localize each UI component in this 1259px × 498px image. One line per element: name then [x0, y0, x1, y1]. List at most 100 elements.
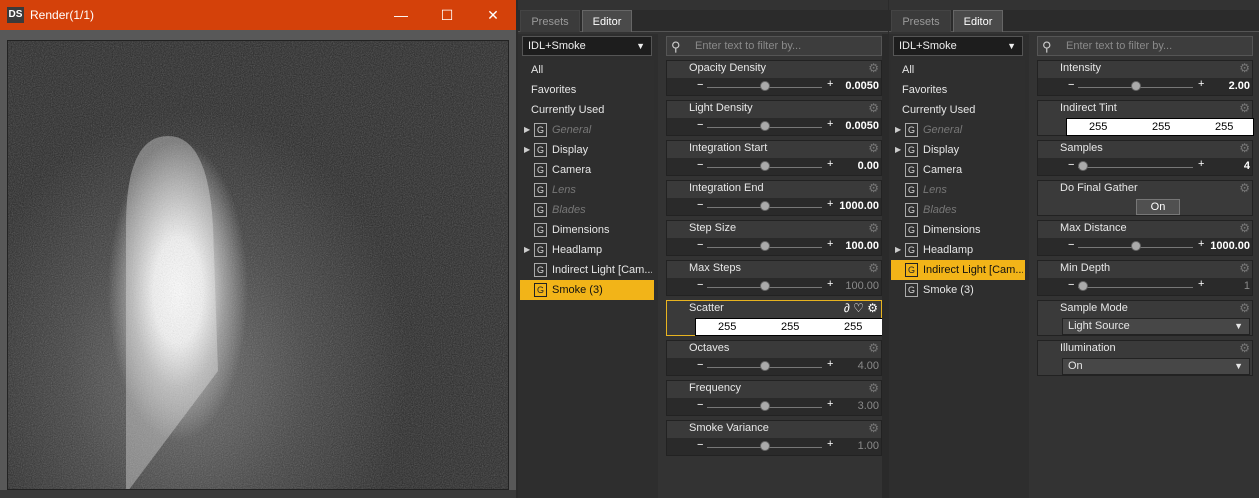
category-item[interactable]: Favorites [891, 80, 1025, 100]
category-item[interactable]: Currently Used [891, 100, 1025, 120]
gear-icon[interactable]: ⚙ [868, 381, 879, 395]
expand-arrow-icon[interactable]: ▶ [524, 240, 530, 260]
group-item[interactable]: ▶ G General [520, 120, 654, 140]
group-item[interactable]: G Camera [891, 160, 1025, 180]
gear-icon[interactable]: ⚙ [1239, 61, 1250, 75]
slider-knob[interactable] [760, 201, 770, 211]
property-row[interactable]: Max Steps ⚙ − +100.00 [666, 260, 882, 296]
property-value[interactable]: 4.00 [858, 360, 879, 372]
property-row[interactable]: Opacity Density ⚙ − +0.0050 [666, 60, 882, 96]
property-row[interactable]: Scatter ∂ ♡ ⚙ 255 255 255 [666, 300, 883, 336]
group-item[interactable]: G Blades [520, 200, 654, 220]
property-row[interactable]: Max Distance ⚙ − +1000.00 [1037, 220, 1253, 256]
slider-track[interactable]: − +100.00 [667, 278, 881, 295]
toggle-button[interactable]: On [1136, 199, 1180, 215]
property-value[interactable]: 1000.00 [839, 200, 879, 212]
property-value[interactable]: 1 [1244, 280, 1250, 292]
slider-track[interactable]: − +4.00 [667, 358, 881, 375]
slider-knob[interactable] [1078, 161, 1088, 171]
gear-icon[interactable]: ⚙ [868, 421, 879, 435]
property-value[interactable]: 1000.00 [1210, 240, 1250, 252]
expand-arrow-icon[interactable]: ▶ [895, 140, 901, 160]
expand-arrow-icon[interactable]: ▶ [524, 120, 530, 140]
increment-icon[interactable]: + [827, 238, 833, 250]
decrement-icon[interactable]: − [697, 199, 703, 211]
decrement-icon[interactable]: − [697, 439, 703, 451]
tab-presets[interactable]: Presets [891, 10, 951, 32]
property-row[interactable]: Frequency ⚙ − +3.00 [666, 380, 882, 416]
gear-icon[interactable]: ⚙ [868, 61, 879, 75]
minimize-icon[interactable]: — [378, 0, 424, 30]
property-row[interactable]: Samples ⚙ − +4 [1037, 140, 1253, 176]
gear-icon[interactable]: ⚙ [1239, 341, 1250, 355]
increment-icon[interactable]: + [827, 158, 833, 170]
property-row[interactable]: Intensity ⚙ − +2.00 [1037, 60, 1253, 96]
gear-icon[interactable]: ⚙ [868, 141, 879, 155]
property-value[interactable]: 3.00 [858, 400, 879, 412]
close-icon[interactable]: ✕ [470, 0, 516, 30]
slider-track[interactable]: − +0.00 [667, 158, 881, 175]
property-select[interactable]: Light Source ▼ [1062, 318, 1250, 335]
gear-icon[interactable]: ⚙ [868, 181, 879, 195]
slider-track[interactable]: − +0.0050 [667, 78, 881, 95]
gear-icon[interactable]: ⚙ [868, 341, 879, 355]
gear-icon[interactable]: ⚙ [868, 261, 879, 275]
gear-icon[interactable]: ⚙ [867, 301, 878, 315]
slider-track[interactable]: − +100.00 [667, 238, 881, 255]
expand-arrow-icon[interactable]: ▶ [895, 120, 901, 140]
slider-knob[interactable] [760, 161, 770, 171]
group-item[interactable]: G Lens [891, 180, 1025, 200]
filter-input[interactable]: ⚲ Enter text to filter by... [666, 36, 882, 56]
color-swatch[interactable]: 255 255 255 [695, 318, 883, 336]
increment-icon[interactable]: + [827, 78, 833, 90]
expand-arrow-icon[interactable]: ▶ [895, 240, 901, 260]
group-item[interactable]: ▶ G Display [520, 140, 654, 160]
decrement-icon[interactable]: − [1068, 279, 1074, 291]
property-value[interactable]: 0.0050 [845, 120, 879, 132]
render-window-titlebar[interactable]: DS Render(1/1) — ☐ ✕ [0, 0, 516, 30]
property-row[interactable]: Smoke Variance ⚙ − +1.00 [666, 420, 882, 456]
increment-icon[interactable]: + [1198, 278, 1204, 290]
tab-editor[interactable]: Editor [582, 10, 632, 32]
property-row[interactable]: Do Final Gather ⚙ On [1037, 180, 1253, 216]
gear-icon[interactable]: ⚙ [1239, 101, 1250, 115]
property-row[interactable]: Illumination ⚙ On ▼ [1037, 340, 1253, 376]
property-row[interactable]: Min Depth ⚙ − +1 [1037, 260, 1253, 296]
preset-dropdown[interactable]: IDL+Smoke ▼ [522, 36, 652, 56]
heart-icon[interactable]: ♡ [853, 301, 864, 315]
slider-knob[interactable] [760, 81, 770, 91]
tab-editor[interactable]: Editor [953, 10, 1003, 32]
increment-icon[interactable]: + [827, 398, 833, 410]
gear-icon[interactable]: ⚙ [1239, 221, 1250, 235]
decrement-icon[interactable]: − [697, 119, 703, 131]
slider-track[interactable]: − +1.00 [667, 438, 881, 455]
increment-icon[interactable]: + [827, 358, 833, 370]
slider-knob[interactable] [760, 401, 770, 411]
property-row[interactable]: Integration Start ⚙ − +0.00 [666, 140, 882, 176]
property-select[interactable]: On ▼ [1062, 358, 1250, 375]
slider-knob[interactable] [1131, 241, 1141, 251]
decrement-icon[interactable]: − [697, 279, 703, 291]
gear-icon[interactable]: ⚙ [1239, 181, 1250, 195]
category-item[interactable]: All [891, 60, 1025, 80]
decrement-icon[interactable]: − [697, 79, 703, 91]
group-item[interactable]: ▶ G Headlamp [520, 240, 654, 260]
group-item[interactable]: G Camera [520, 160, 654, 180]
property-value[interactable]: 0.00 [858, 160, 879, 172]
increment-icon[interactable]: + [827, 118, 833, 130]
slider-track[interactable]: − +0.0050 [667, 118, 881, 135]
increment-icon[interactable]: + [827, 278, 833, 290]
property-row[interactable]: Integration End ⚙ − +1000.00 [666, 180, 882, 216]
increment-icon[interactable]: + [827, 438, 833, 450]
decrement-icon[interactable]: − [697, 239, 703, 251]
slider-track[interactable]: − +1000.00 [667, 198, 881, 215]
slider-knob[interactable] [760, 361, 770, 371]
group-item[interactable]: G Smoke (3) [891, 280, 1025, 300]
increment-icon[interactable]: + [1198, 158, 1204, 170]
slider-track[interactable]: − +4 [1038, 158, 1252, 175]
increment-icon[interactable]: + [1198, 78, 1204, 90]
gear-icon[interactable]: ⚙ [1239, 301, 1250, 315]
property-row[interactable]: Light Density ⚙ − +0.0050 [666, 100, 882, 136]
group-item[interactable]: ▶ G Headlamp [891, 240, 1025, 260]
property-value[interactable]: 4 [1244, 160, 1250, 172]
